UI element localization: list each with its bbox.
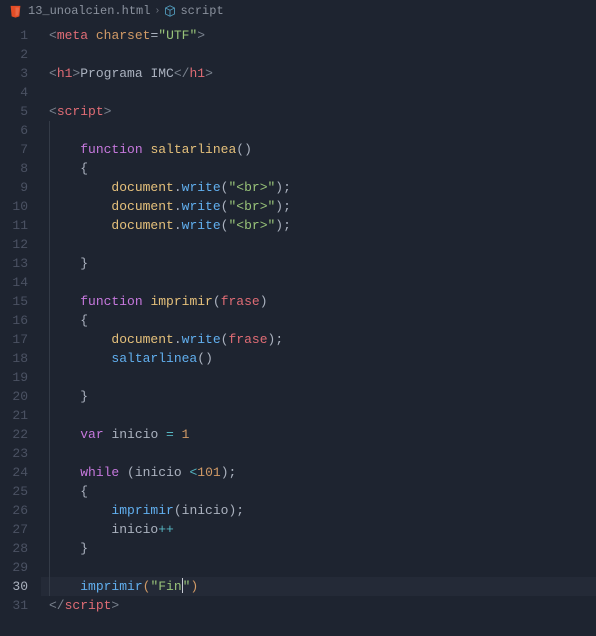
- line-number: 27: [0, 520, 28, 539]
- code-line[interactable]: }: [41, 254, 596, 273]
- code-line[interactable]: <script>: [41, 102, 596, 121]
- code-line[interactable]: }: [41, 539, 596, 558]
- code-line[interactable]: [41, 121, 596, 140]
- line-number: 30: [0, 577, 28, 596]
- code-line[interactable]: [41, 83, 596, 102]
- code-line[interactable]: {: [41, 159, 596, 178]
- breadcrumb-file[interactable]: 13_unoalcien.html: [28, 4, 150, 18]
- line-number-gutter: 1 2 3 4 5 6 7 8 9 10 11 12 13 14 15 16 1…: [0, 22, 40, 636]
- line-number: 21: [0, 406, 28, 425]
- breadcrumb[interactable]: 13_unoalcien.html › script: [0, 0, 596, 22]
- code-line[interactable]: [41, 406, 596, 425]
- code-line[interactable]: function saltarlinea(): [41, 140, 596, 159]
- line-number: 16: [0, 311, 28, 330]
- breadcrumb-symbol[interactable]: script: [180, 4, 223, 18]
- code-line[interactable]: [41, 273, 596, 292]
- code-line[interactable]: [41, 444, 596, 463]
- code-line[interactable]: <h1>Programa IMC</h1>: [41, 64, 596, 83]
- code-line[interactable]: [41, 368, 596, 387]
- code-line[interactable]: {: [41, 311, 596, 330]
- line-number: 12: [0, 235, 28, 254]
- html5-icon: [8, 4, 22, 18]
- line-number: 1: [0, 26, 28, 45]
- code-line[interactable]: [41, 235, 596, 254]
- code-line[interactable]: imprimir(inicio);: [41, 501, 596, 520]
- line-number: 4: [0, 83, 28, 102]
- code-line[interactable]: saltarlinea(): [41, 349, 596, 368]
- line-number: 24: [0, 463, 28, 482]
- code-line[interactable]: </script>: [41, 596, 596, 615]
- line-number: 23: [0, 444, 28, 463]
- line-number: 11: [0, 216, 28, 235]
- line-number: 7: [0, 140, 28, 159]
- code-area[interactable]: <meta charset="UTF"> <h1>Programa IMC</h…: [40, 22, 596, 636]
- line-number: 9: [0, 178, 28, 197]
- chevron-right-icon: ›: [154, 6, 160, 17]
- code-line[interactable]: document.write("<br>");: [41, 197, 596, 216]
- line-number: 10: [0, 197, 28, 216]
- line-number: 6: [0, 121, 28, 140]
- code-line[interactable]: <meta charset="UTF">: [41, 26, 596, 45]
- line-number: 15: [0, 292, 28, 311]
- code-line[interactable]: }: [41, 387, 596, 406]
- code-line[interactable]: {: [41, 482, 596, 501]
- code-line[interactable]: document.write(frase);: [41, 330, 596, 349]
- line-number: 22: [0, 425, 28, 444]
- line-number: 18: [0, 349, 28, 368]
- line-number: 17: [0, 330, 28, 349]
- code-line[interactable]: imprimir("Fin"): [41, 577, 596, 596]
- line-number: 26: [0, 501, 28, 520]
- code-line[interactable]: var inicio = 1: [41, 425, 596, 444]
- code-line[interactable]: [41, 558, 596, 577]
- line-number: 2: [0, 45, 28, 64]
- cube-icon: [164, 5, 176, 17]
- code-line[interactable]: document.write("<br>");: [41, 216, 596, 235]
- line-number: 14: [0, 273, 28, 292]
- line-number: 5: [0, 102, 28, 121]
- line-number: 25: [0, 482, 28, 501]
- line-number: 3: [0, 64, 28, 83]
- code-line[interactable]: document.write("<br>");: [41, 178, 596, 197]
- line-number: 20: [0, 387, 28, 406]
- code-editor[interactable]: 1 2 3 4 5 6 7 8 9 10 11 12 13 14 15 16 1…: [0, 22, 596, 636]
- line-number: 28: [0, 539, 28, 558]
- code-line[interactable]: function imprimir(frase): [41, 292, 596, 311]
- line-number: 8: [0, 159, 28, 178]
- code-line[interactable]: inicio++: [41, 520, 596, 539]
- line-number: 29: [0, 558, 28, 577]
- code-line[interactable]: [41, 45, 596, 64]
- code-line[interactable]: while (inicio <101);: [41, 463, 596, 482]
- line-number: 13: [0, 254, 28, 273]
- line-number: 19: [0, 368, 28, 387]
- line-number: 31: [0, 596, 28, 615]
